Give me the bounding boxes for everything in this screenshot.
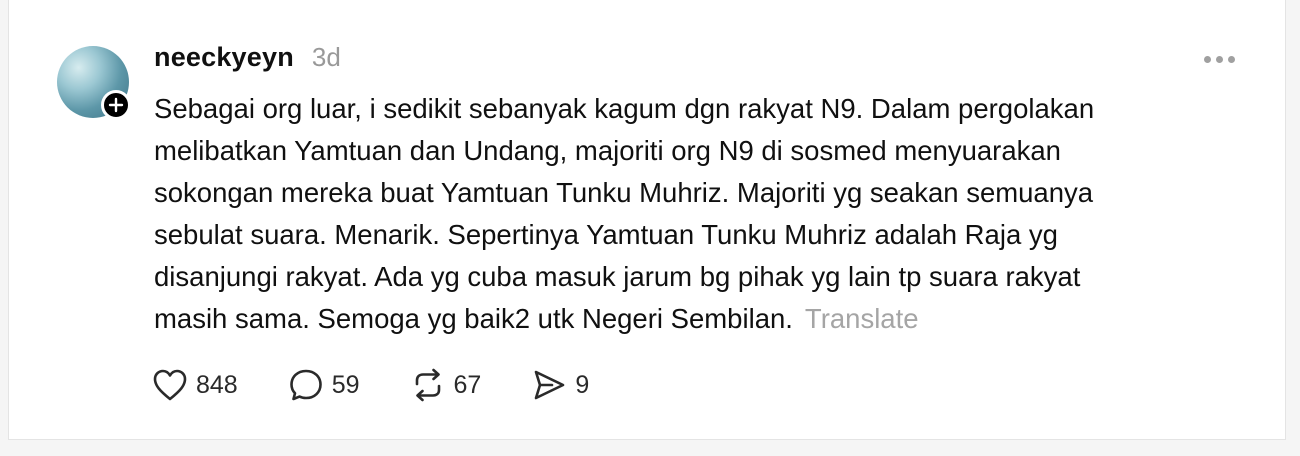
reply-button[interactable]: 59 [288,368,360,402]
post-text-line: disanjungi rakyat. Ada yg cuba masuk jar… [154,261,1081,292]
send-icon [535,370,565,400]
plus-icon [108,97,124,113]
post-card: neeckyeyn 3d Sebagai org luar, i sedikit… [8,0,1286,440]
post-header: neeckyeyn 3d [154,42,341,73]
more-horizontal-icon [1204,56,1211,63]
post-text-line: sokongan mereka buat Yamtuan Tunku Muhri… [154,177,1094,208]
username[interactable]: neeckyeyn [154,42,294,73]
repost-button[interactable]: 67 [410,368,482,402]
translate-link[interactable]: Translate [805,303,919,334]
share-count: 9 [575,370,590,399]
speech-bubble-icon [289,369,322,401]
repost-icon [415,368,440,402]
post-text-line: Sebagai org luar, i sedikit sebanyak kag… [154,93,1095,124]
post-text-line: masih sama. Semoga yg baik2 utk Negeri S… [154,303,793,334]
like-button[interactable]: 848 [152,368,238,402]
heart-icon [153,369,187,401]
follow-button[interactable] [101,90,131,120]
post-body: Sebagai org luar, i sedikit sebanyak kag… [154,88,1234,340]
more-horizontal-icon-dot [1216,56,1223,63]
reply-count: 59 [331,370,360,399]
more-options-button[interactable] [1204,56,1235,63]
like-count: 848 [196,370,238,399]
post-text-line-last: masih sama. Semoga yg baik2 utk Negeri S… [154,298,1234,340]
post-text-line: sebulat suara. Menarik. Sepertinya Yamtu… [154,219,1058,250]
action-bar: 848 59 67 9 [152,368,639,402]
share-button[interactable]: 9 [531,368,589,402]
more-horizontal-icon-dot [1228,56,1235,63]
avatar-container [57,46,131,120]
timestamp[interactable]: 3d [312,42,341,73]
repost-count: 67 [453,370,482,399]
post-text-line: melibatkan Yamtuan dan Undang, majoriti … [154,135,1061,166]
